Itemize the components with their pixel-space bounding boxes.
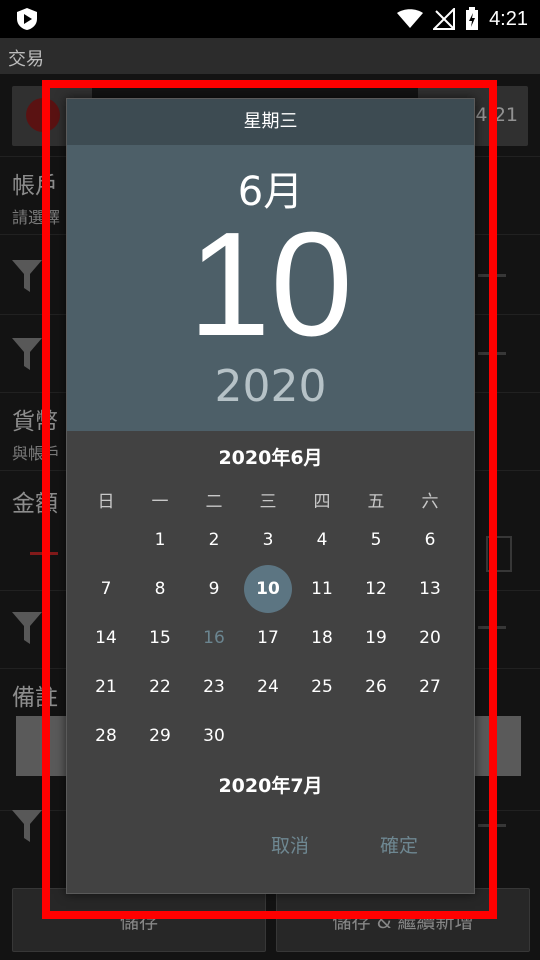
calendar-day-label: 24 xyxy=(257,676,279,697)
calendar-day[interactable]: 1 xyxy=(133,515,187,564)
wifi-icon xyxy=(397,9,424,28)
calendar-day-label: 19 xyxy=(365,627,387,648)
calendar-day-label: 30 xyxy=(203,725,225,746)
calendar-day-label: 27 xyxy=(419,676,441,697)
calendar-day-label: 15 xyxy=(149,627,171,648)
calendar-day-label: 2 xyxy=(208,529,220,550)
weekday-header: 一 xyxy=(151,492,169,512)
calendar-day[interactable]: 5 xyxy=(349,515,403,564)
app-shield-icon xyxy=(17,8,37,30)
calendar-day[interactable]: 3 xyxy=(241,515,295,564)
ok-button[interactable]: 確定 xyxy=(380,831,418,858)
battery-charging-icon xyxy=(466,7,479,30)
status-time: 4:21 xyxy=(489,7,528,30)
calendar-empty-cell xyxy=(79,515,133,564)
calendar-day[interactable]: 11 xyxy=(295,564,349,613)
next-month-title: 2020年7月 xyxy=(218,775,323,797)
weekday-header: 六 xyxy=(421,492,439,512)
calendar-day[interactable]: 24 xyxy=(241,662,295,711)
calendar-day[interactable]: 17 xyxy=(241,613,295,662)
no-signal-icon xyxy=(433,8,456,30)
calendar-week-row: 14 15 16 17 18 19 20 xyxy=(79,613,459,662)
calendar-week-row: 1 2 3 4 5 6 xyxy=(79,515,459,564)
calendar-day[interactable]: 2 xyxy=(187,515,241,564)
calendar-day[interactable]: 6 xyxy=(403,515,457,564)
calendar-empty-cell xyxy=(241,711,295,760)
app-bar: 交易 xyxy=(0,38,540,74)
calendar-day-label: 20 xyxy=(419,627,441,648)
calendar-day-label: 3 xyxy=(262,529,274,550)
calendar-day-label: 1 xyxy=(154,529,166,550)
selected-weekday: 星期三 xyxy=(67,99,474,145)
calendar-week-row: 28 29 30 xyxy=(79,711,459,760)
selected-day[interactable]: 10 xyxy=(67,211,474,359)
calendar-week-row: 21 22 23 24 25 26 27 xyxy=(79,662,459,711)
calendar-day[interactable]: 8 xyxy=(133,564,187,613)
calendar-month-title: 2020年6月 xyxy=(218,447,323,469)
calendar-day-label: 11 xyxy=(311,578,333,599)
weekday-header: 日 xyxy=(97,492,115,512)
date-picker-dialog: 星期三 6月 10 2020 2020年6月 日 一 二 三 四 五 六 123… xyxy=(66,98,475,894)
weekday-header: 三 xyxy=(259,492,277,512)
calendar-day[interactable]: 9 xyxy=(187,564,241,613)
calendar-day-label: 10 xyxy=(256,578,280,599)
calendar-day-label: 8 xyxy=(154,578,166,599)
weekday-header: 二 xyxy=(205,492,223,512)
status-bar: 4:21 xyxy=(0,0,540,38)
calendar-day[interactable]: 13 xyxy=(403,564,457,613)
calendar-day-label: 17 xyxy=(257,627,279,648)
calendar-day-label: 16 xyxy=(203,627,225,648)
calendar-day[interactable]: 10 xyxy=(241,564,295,613)
calendar-empty-cell xyxy=(295,711,349,760)
calendar-day[interactable]: 27 xyxy=(403,662,457,711)
calendar-day[interactable]: 28 xyxy=(79,711,133,760)
calendar-day-label: 5 xyxy=(370,529,382,550)
calendar-day-label: 13 xyxy=(419,578,441,599)
calendar-day[interactable]: 29 xyxy=(133,711,187,760)
weekday-header-row: 日 一 二 三 四 五 六 xyxy=(79,487,459,512)
calendar-day[interactable]: 22 xyxy=(133,662,187,711)
calendar-day[interactable]: 18 xyxy=(295,613,349,662)
calendar-week-row: 7 8 9 10 11 12 13 xyxy=(79,564,459,613)
calendar-day-label: 7 xyxy=(100,578,112,599)
calendar-day[interactable]: 30 xyxy=(187,711,241,760)
calendar-day[interactable]: 12 xyxy=(349,564,403,613)
calendar-empty-cell xyxy=(403,711,457,760)
dialog-actions: 取消 確定 xyxy=(67,827,474,867)
calendar-day-label: 23 xyxy=(203,676,225,697)
calendar-day[interactable]: 16 xyxy=(187,613,241,662)
calendar-day[interactable]: 21 xyxy=(79,662,133,711)
cancel-button[interactable]: 取消 xyxy=(271,831,309,858)
calendar-day[interactable]: 14 xyxy=(79,613,133,662)
calendar-grid: 1 2 3 4 5 6 7 8 9 10 11 12 13 14 15 16 17 18 19 20 21 22 23 24 2… xyxy=(79,515,459,760)
calendar-empty-cell xyxy=(349,711,403,760)
calendar-day[interactable]: 15 xyxy=(133,613,187,662)
calendar-day-label: 9 xyxy=(208,578,220,599)
calendar-day-label: 12 xyxy=(365,578,387,599)
selected-year[interactable]: 2020 xyxy=(67,361,474,412)
calendar-day[interactable]: 25 xyxy=(295,662,349,711)
weekday-header: 四 xyxy=(313,492,331,512)
page-title: 交易 xyxy=(8,49,44,70)
calendar-day-label: 25 xyxy=(311,676,333,697)
weekday-header: 五 xyxy=(367,492,385,512)
calendar-day-label: 18 xyxy=(311,627,333,648)
calendar-day[interactable]: 7 xyxy=(79,564,133,613)
calendar-day[interactable]: 19 xyxy=(349,613,403,662)
calendar-day[interactable]: 4 xyxy=(295,515,349,564)
calendar-day[interactable]: 23 xyxy=(187,662,241,711)
calendar-day-label: 4 xyxy=(316,529,328,550)
calendar-day[interactable]: 26 xyxy=(349,662,403,711)
calendar-day-label: 14 xyxy=(95,627,117,648)
calendar-day-label: 29 xyxy=(149,725,171,746)
calendar-day-label: 26 xyxy=(365,676,387,697)
calendar-day-label: 6 xyxy=(424,529,436,550)
calendar-day-label: 28 xyxy=(95,725,117,746)
calendar-day-label: 22 xyxy=(149,676,171,697)
date-header: 6月 10 2020 xyxy=(67,145,474,431)
calendar-day-label: 21 xyxy=(95,676,117,697)
calendar-day[interactable]: 20 xyxy=(403,613,457,662)
